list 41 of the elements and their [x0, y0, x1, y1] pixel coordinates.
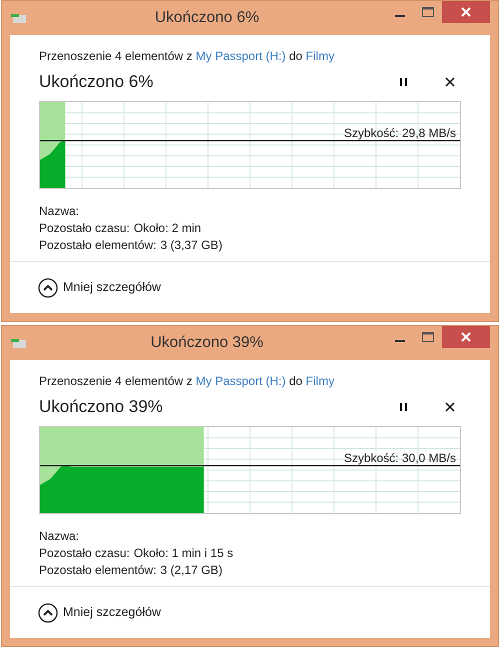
pause-icon	[399, 402, 409, 412]
detail-label: Pozostało czasu:	[39, 544, 130, 562]
collapse-icon[interactable]	[38, 602, 58, 622]
minimize-icon	[395, 15, 405, 17]
folder-link[interactable]: Filmy	[306, 374, 334, 388]
app-icon	[10, 337, 28, 349]
window-title: Ukończono 39%	[150, 334, 264, 352]
close-button[interactable]	[442, 1, 490, 23]
transfer-description: Przenoszenie 4 elementów z My Passport (H:) do Filmy	[39, 373, 336, 390]
detail-value: 3 (3,37 GB)	[160, 236, 222, 254]
close-button[interactable]	[442, 326, 490, 348]
close-icon	[460, 331, 472, 343]
speed-label: Szybkość: 30,0 MB/s	[344, 450, 456, 466]
close-icon	[445, 402, 455, 412]
minimize-icon	[395, 340, 405, 342]
detail-value: Około: 2 min	[134, 220, 202, 236]
close-icon	[445, 76, 455, 87]
folder-link[interactable]: My Passport (H:)	[196, 49, 286, 63]
detail-label: Nazwa:	[39, 202, 80, 220]
folder-link[interactable]: My Passport (H:)	[196, 374, 286, 388]
detail-label: Pozostało elementów:	[39, 562, 156, 578]
maximize-icon	[421, 6, 435, 18]
progress-heading: Ukończono 39%	[39, 397, 163, 416]
detail-label: Pozostało czasu:	[39, 220, 130, 236]
detail-value: Około: 1 min i 15 s	[134, 544, 234, 562]
folder-link[interactable]: Filmy	[306, 49, 334, 63]
maximize-icon	[421, 331, 435, 343]
detail-label: Nazwa:	[39, 528, 80, 544]
fewer-details-button[interactable]: Mniej szczegółów	[63, 278, 161, 297]
speed-label: Szybkość: 29,8 MB/s	[344, 124, 456, 142]
detail-value: 3 (2,17 GB)	[160, 562, 222, 578]
detail-label: Pozostało elementów:	[39, 236, 156, 254]
window-title: Ukończono 6%	[154, 9, 260, 26]
close-icon	[460, 6, 472, 18]
speed-area	[40, 140, 66, 188]
pause-icon	[399, 76, 409, 87]
collapse-icon[interactable]	[38, 278, 58, 298]
transfer-description: Przenoszenie 4 elementów z My Passport (H:) do Filmy	[39, 48, 336, 65]
app-icon	[10, 12, 28, 24]
fewer-details-button[interactable]: Mniej szczegółów	[63, 603, 161, 622]
progress-heading: Ukończono 6%	[39, 72, 154, 91]
